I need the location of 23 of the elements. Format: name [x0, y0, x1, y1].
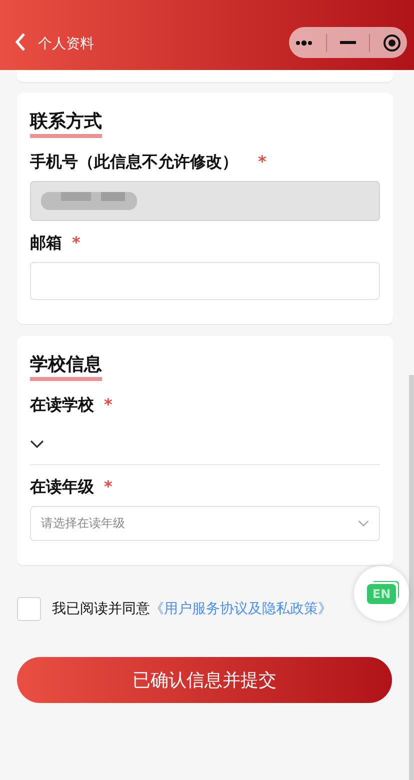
- required-mark: *: [72, 233, 80, 254]
- required-mark: *: [104, 395, 112, 416]
- chevron-down-icon: [358, 520, 369, 528]
- more-icon[interactable]: [295, 40, 314, 46]
- required-mark: *: [104, 477, 112, 498]
- email-field[interactable]: [30, 262, 380, 300]
- page-title: 个人资料: [38, 35, 95, 54]
- field-label: 邮箱: [30, 233, 62, 254]
- minimize-icon[interactable]: [340, 41, 356, 44]
- agreement-checkbox[interactable]: [17, 597, 41, 621]
- field-label: 在读学校: [30, 395, 94, 416]
- section-title: 联系方式: [30, 110, 102, 138]
- back-icon[interactable]: [14, 32, 26, 52]
- field-label: 在读年级: [30, 477, 94, 498]
- submit-button[interactable]: 已确认信息并提交: [17, 657, 392, 703]
- section-title: 学校信息: [30, 353, 102, 381]
- required-mark: *: [258, 152, 266, 173]
- grade-select[interactable]: 请选择在读年级: [30, 506, 380, 541]
- chevron-down-icon: [30, 440, 44, 448]
- agreement-text: 我已阅读并同意《用户服务协议及隐私政策》: [52, 600, 332, 618]
- policy-link[interactable]: 《用户服务协议及隐私政策》: [150, 601, 332, 617]
- field-label: 手机号（此信息不允许修改）: [30, 152, 238, 173]
- close-target-icon[interactable]: [382, 34, 401, 52]
